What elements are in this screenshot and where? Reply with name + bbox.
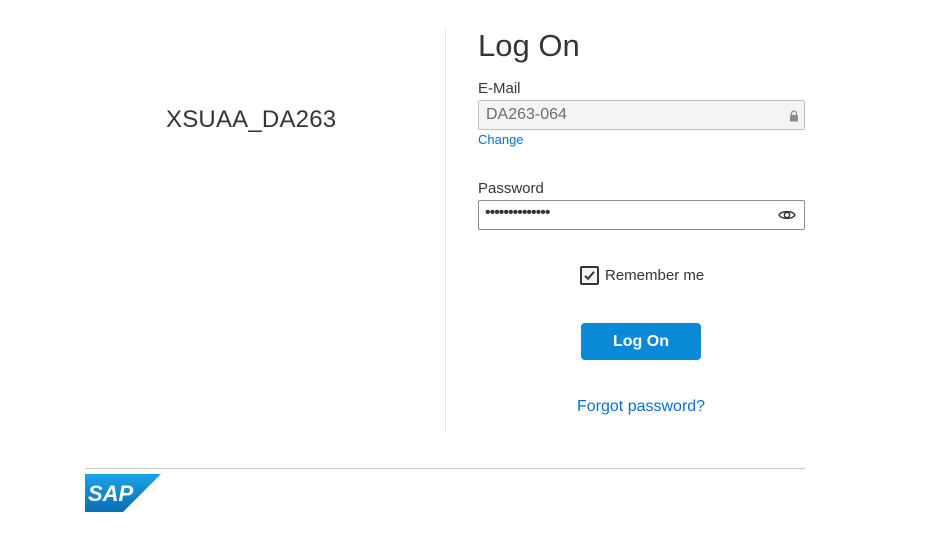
password-value: •••••••••••••• bbox=[485, 204, 550, 221]
sap-logo: SAP bbox=[85, 474, 161, 512]
page-title: Log On bbox=[478, 28, 580, 63]
tenant-name: XSUAA_DA263 bbox=[166, 106, 337, 133]
change-email-link[interactable]: Change bbox=[478, 132, 524, 147]
logon-page: XSUAA_DA263 Log On E-Mail DA263-064 Chan… bbox=[0, 0, 932, 546]
remember-me-label: Remember me bbox=[605, 267, 705, 284]
remember-me-checkbox[interactable] bbox=[580, 266, 599, 285]
footer-divider bbox=[85, 468, 805, 469]
checkmark-icon bbox=[584, 271, 595, 281]
eye-icon[interactable] bbox=[778, 208, 796, 222]
forgot-password-link[interactable]: Forgot password? bbox=[577, 398, 705, 416]
email-field[interactable]: DA263-064 bbox=[478, 100, 805, 130]
svg-text:SAP: SAP bbox=[88, 481, 134, 506]
email-label: E-Mail bbox=[478, 80, 521, 97]
log-on-button[interactable]: Log On bbox=[581, 323, 701, 360]
lock-icon bbox=[790, 110, 798, 122]
email-value: DA263-064 bbox=[486, 106, 567, 123]
password-field[interactable]: •••••••••••••• bbox=[478, 200, 805, 230]
vertical-divider bbox=[445, 30, 446, 432]
password-label: Password bbox=[478, 180, 544, 197]
remember-me[interactable]: Remember me bbox=[580, 266, 704, 285]
